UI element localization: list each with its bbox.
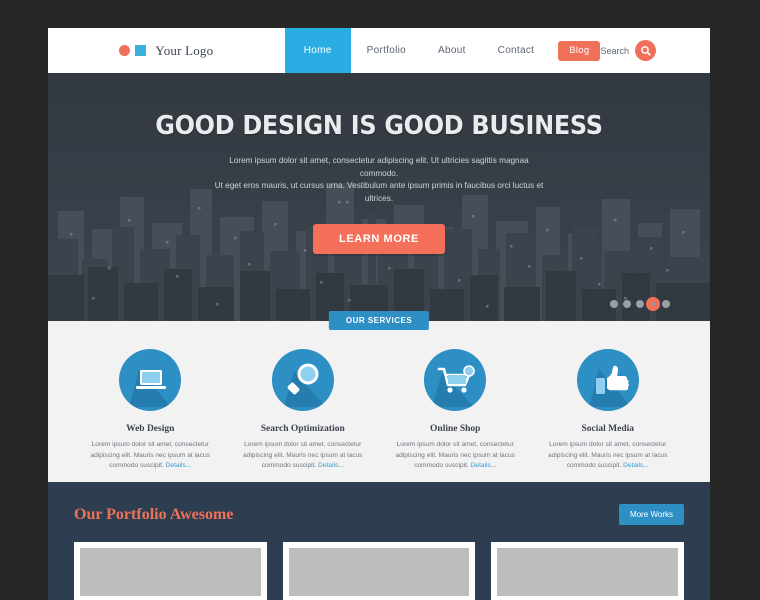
- search-area: Search: [600, 28, 710, 73]
- hero-subtitle-line1: Lorem ipsum dolor sit amet, consectetur …: [229, 156, 529, 178]
- service-desc-text: Lorem ipsum dolor sit amet, consectetur …: [90, 441, 210, 470]
- shopping-cart-icon: [432, 365, 476, 407]
- slider-dot-4[interactable]: [649, 300, 657, 308]
- portfolio-thumbnail: [80, 548, 261, 596]
- website-mockup: Your Logo Home Portfolio About Contact B…: [48, 28, 710, 600]
- laptop-icon: [129, 369, 172, 407]
- service-desc: Lorem ipsum dolor sit amet, consectetur …: [227, 440, 380, 472]
- logo[interactable]: Your Logo: [48, 28, 285, 73]
- service-details-link[interactable]: Details...: [318, 462, 344, 469]
- service-title: Web Design: [126, 424, 175, 434]
- service-card-web-design[interactable]: Web Design Lorem ipsum dolor sit amet, c…: [74, 349, 227, 472]
- service-details-link[interactable]: Details...: [471, 462, 497, 469]
- hero-slider: GOOD DESIGN IS GOOD BUSINESS Lorem ipsum…: [48, 73, 710, 321]
- nav-item-portfolio[interactable]: Portfolio: [351, 28, 422, 73]
- service-desc: Lorem ipsum dolor sit amet, consectetur …: [74, 440, 227, 472]
- service-details-link[interactable]: Details...: [623, 462, 649, 469]
- slider-dot-1[interactable]: [610, 300, 618, 308]
- circle-icon: [119, 45, 131, 56]
- service-icon-circle: [271, 349, 334, 411]
- service-desc-text: Lorem ipsum dolor sit amet, consectetur …: [243, 441, 363, 470]
- service-desc-text: Lorem ipsum dolor sit amet, consectetur …: [548, 441, 668, 470]
- service-desc-text: Lorem ipsum dolor sit amet, consectetur …: [395, 441, 515, 470]
- service-card-social-media[interactable]: Social Media Lorem ipsum dolor sit amet,…: [532, 349, 685, 472]
- services-list: Web Design Lorem ipsum dolor sit amet, c…: [48, 349, 710, 472]
- nav-item-contact[interactable]: Contact: [482, 28, 551, 73]
- slider-dot-3[interactable]: [636, 300, 644, 308]
- service-details-link[interactable]: Details...: [166, 462, 192, 469]
- portfolio-header: Our Portfolio Awesome More Works: [74, 504, 684, 525]
- service-title: Online Shop: [430, 424, 481, 434]
- magnifier-icon: [640, 45, 651, 56]
- portfolio-thumbnail: [288, 548, 470, 596]
- nav-label: Contact: [497, 45, 535, 56]
- service-title: Search Optimization: [260, 424, 345, 434]
- service-card-search-optimization[interactable]: Search Optimization Lorem ipsum dolor si…: [227, 349, 380, 472]
- nav-item-about[interactable]: About: [422, 28, 482, 73]
- hero-subtitle-line2: Ut eget eros mauris, ut cursus urna. Ves…: [214, 181, 544, 204]
- hero-content: GOOD DESIGN IS GOOD BUSINESS Lorem ipsum…: [48, 73, 710, 254]
- service-icon-circle: [119, 349, 182, 411]
- services-badge: OUR SERVICES: [328, 311, 430, 330]
- slider-dots: [610, 300, 670, 308]
- portfolio-item-1[interactable]: [74, 542, 267, 600]
- services-section: OUR SERVICES Web Design Lorem ipsum dolo…: [48, 311, 710, 482]
- nav-label: Portfolio: [366, 45, 407, 56]
- service-title: Social Media: [581, 424, 634, 434]
- magnifier-icon: [283, 363, 326, 407]
- search-label: Search: [600, 45, 629, 56]
- slider-dot-2[interactable]: [623, 300, 631, 308]
- more-works-button[interactable]: More Works: [619, 504, 684, 525]
- slider-dot-5[interactable]: [662, 300, 670, 308]
- nav-blog-button[interactable]: Blog: [558, 40, 601, 61]
- main-navigation: Home Portfolio About Contact Blog Search: [284, 28, 710, 79]
- nav-label: About: [438, 45, 466, 56]
- portfolio-item-3[interactable]: [491, 542, 685, 600]
- thumbs-up-icon: [588, 365, 631, 407]
- nav-item-home[interactable]: Home: [284, 28, 351, 79]
- portfolio-thumbnail: [497, 548, 679, 596]
- service-desc: Lorem ipsum dolor sit amet, consectetur …: [379, 440, 532, 472]
- square-icon: [135, 45, 147, 56]
- hero-subtitle: Lorem ipsum dolor sit amet, consectetur …: [214, 155, 544, 206]
- site-header: Your Logo Home Portfolio About Contact B…: [48, 28, 710, 79]
- portfolio-title: Our Portfolio Awesome: [74, 505, 234, 523]
- hero-title: GOOD DESIGN IS GOOD BUSINESS: [155, 111, 603, 141]
- service-card-online-shop[interactable]: Online Shop Lorem ipsum dolor sit amet, …: [379, 349, 532, 472]
- search-button[interactable]: [635, 40, 656, 61]
- service-desc: Lorem ipsum dolor sit amet, consectetur …: [532, 440, 685, 472]
- nav-label: Home: [303, 45, 332, 56]
- learn-more-button[interactable]: LEARN MORE: [313, 223, 445, 254]
- logo-text: Your Logo: [155, 42, 214, 58]
- service-icon-circle: [576, 349, 639, 411]
- portfolio-section: Our Portfolio Awesome More Works: [48, 482, 710, 600]
- portfolio-item-2[interactable]: [282, 542, 476, 600]
- portfolio-grid: [74, 542, 685, 600]
- service-icon-circle: [424, 349, 487, 411]
